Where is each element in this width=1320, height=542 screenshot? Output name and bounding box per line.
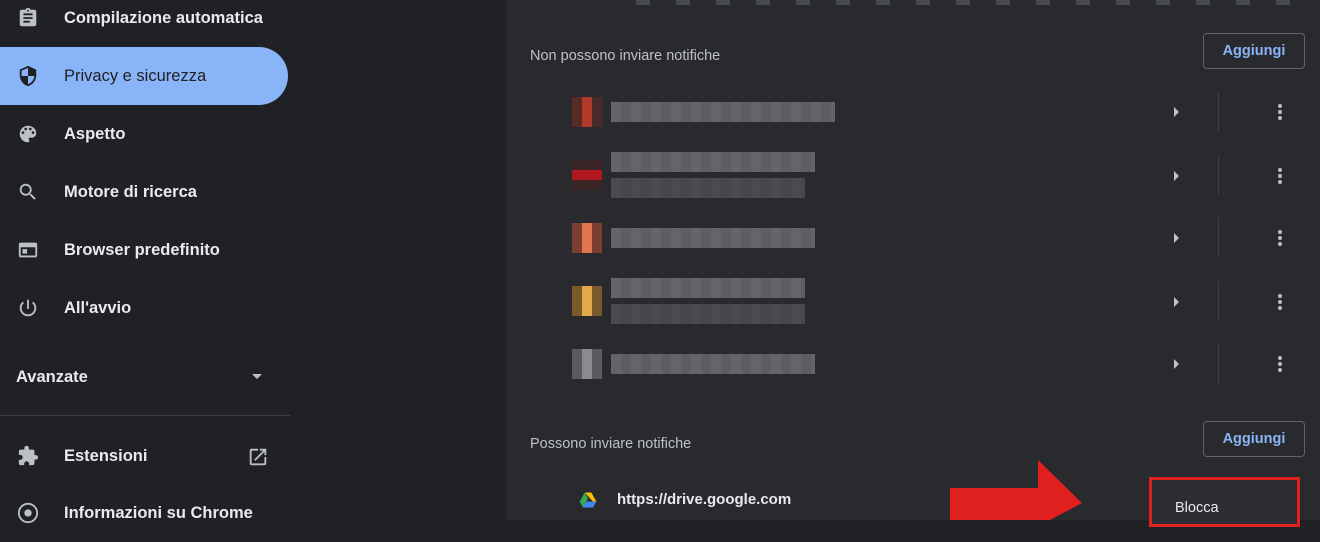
redacted-site-name: [611, 354, 815, 374]
more-actions-icon[interactable]: [1270, 102, 1290, 122]
site-favicon: [572, 160, 602, 190]
chrome-icon: [17, 502, 39, 524]
redacted-site-name: [611, 228, 815, 248]
chevron-right-icon[interactable]: [1174, 233, 1179, 243]
sidebar-item-about-chrome[interactable]: Informazioni su Chrome: [0, 484, 288, 542]
redacted-site-name: [611, 278, 805, 298]
site-favicon: [572, 97, 602, 127]
palette-icon: [17, 123, 39, 145]
google-drive-icon: [579, 492, 597, 508]
shield-icon: [17, 65, 39, 87]
add-blocked-site-button[interactable]: Aggiungi: [1203, 33, 1305, 69]
row-divider: [1218, 155, 1219, 195]
settings-content-panel: Non possono inviare notifiche Aggiungi P…: [506, 0, 1320, 520]
site-row[interactable]: [506, 208, 1320, 268]
row-divider: [1218, 344, 1219, 384]
blocked-section-title: Non possono inviare notifiche: [530, 48, 721, 64]
sidebar-item-default-browser[interactable]: Browser predefinito: [0, 221, 288, 279]
sidebar-item-label: Browser predefinito: [64, 240, 220, 259]
redacted-text: [636, 0, 1296, 5]
redacted-site-name: [611, 102, 835, 122]
add-allowed-site-button[interactable]: Aggiungi: [1203, 421, 1305, 457]
site-row[interactable]: [506, 334, 1320, 394]
row-divider: [1218, 281, 1219, 321]
arrow-right-icon: [950, 460, 1082, 520]
chevron-right-icon[interactable]: [1174, 107, 1179, 117]
sidebar-item-label: Compilazione automatica: [64, 8, 263, 27]
allowed-section-title: Possono inviare notifiche: [530, 436, 692, 452]
search-icon: [17, 181, 39, 203]
redacted-site-name: [611, 152, 815, 172]
advanced-label: Avanzate: [16, 367, 88, 386]
site-row[interactable]: [506, 82, 1320, 142]
clipboard-icon: [17, 7, 39, 29]
sidebar-item-label: Estensioni: [64, 446, 148, 465]
sidebar-item-label: All'avvio: [64, 298, 132, 317]
sidebar-item-on-startup[interactable]: All'avvio: [0, 279, 288, 337]
sidebar-item-extensions[interactable]: Estensioni: [0, 427, 288, 485]
site-favicon: [572, 349, 602, 379]
open-in-new-icon[interactable]: [247, 446, 269, 468]
redacted-site-detail: [611, 304, 805, 324]
sidebar-item-autofill[interactable]: Compilazione automatica: [0, 0, 288, 47]
site-favicon: [572, 223, 602, 253]
block-menu-label[interactable]: Blocca: [1175, 500, 1219, 516]
site-row[interactable]: [506, 145, 1320, 205]
sidebar-item-privacy[interactable]: Privacy e sicurezza: [0, 47, 288, 105]
sidebar-divider: [0, 415, 290, 416]
sidebar-item-appearance[interactable]: Aspetto: [0, 105, 288, 163]
site-url: https://drive.google.com: [617, 491, 792, 508]
site-row[interactable]: [506, 271, 1320, 331]
chevron-down-icon: [252, 374, 262, 379]
row-divider: [1218, 218, 1219, 258]
chevron-right-icon[interactable]: [1174, 359, 1179, 369]
redacted-site-detail: [611, 178, 805, 198]
more-actions-icon[interactable]: [1270, 292, 1290, 312]
row-divider: [1218, 92, 1219, 132]
sidebar-item-label: Motore di ricerca: [64, 182, 197, 201]
more-actions-icon[interactable]: [1270, 354, 1290, 374]
more-actions-icon[interactable]: [1270, 166, 1290, 186]
sidebar-item-search-engine[interactable]: Motore di ricerca: [0, 163, 288, 221]
chevron-right-icon[interactable]: [1174, 171, 1179, 181]
sidebar: Compilazione automatica Privacy e sicure…: [0, 0, 290, 524]
power-icon: [17, 297, 39, 319]
sidebar-item-label: Privacy e sicurezza: [64, 66, 207, 85]
chevron-right-icon[interactable]: [1174, 297, 1179, 307]
browser-icon: [17, 239, 39, 261]
advanced-toggle[interactable]: Avanzate: [0, 352, 288, 402]
more-actions-icon[interactable]: [1270, 228, 1290, 248]
sidebar-item-label: Aspetto: [64, 124, 126, 143]
site-favicon: [572, 286, 602, 316]
puzzle-icon: [17, 445, 39, 467]
